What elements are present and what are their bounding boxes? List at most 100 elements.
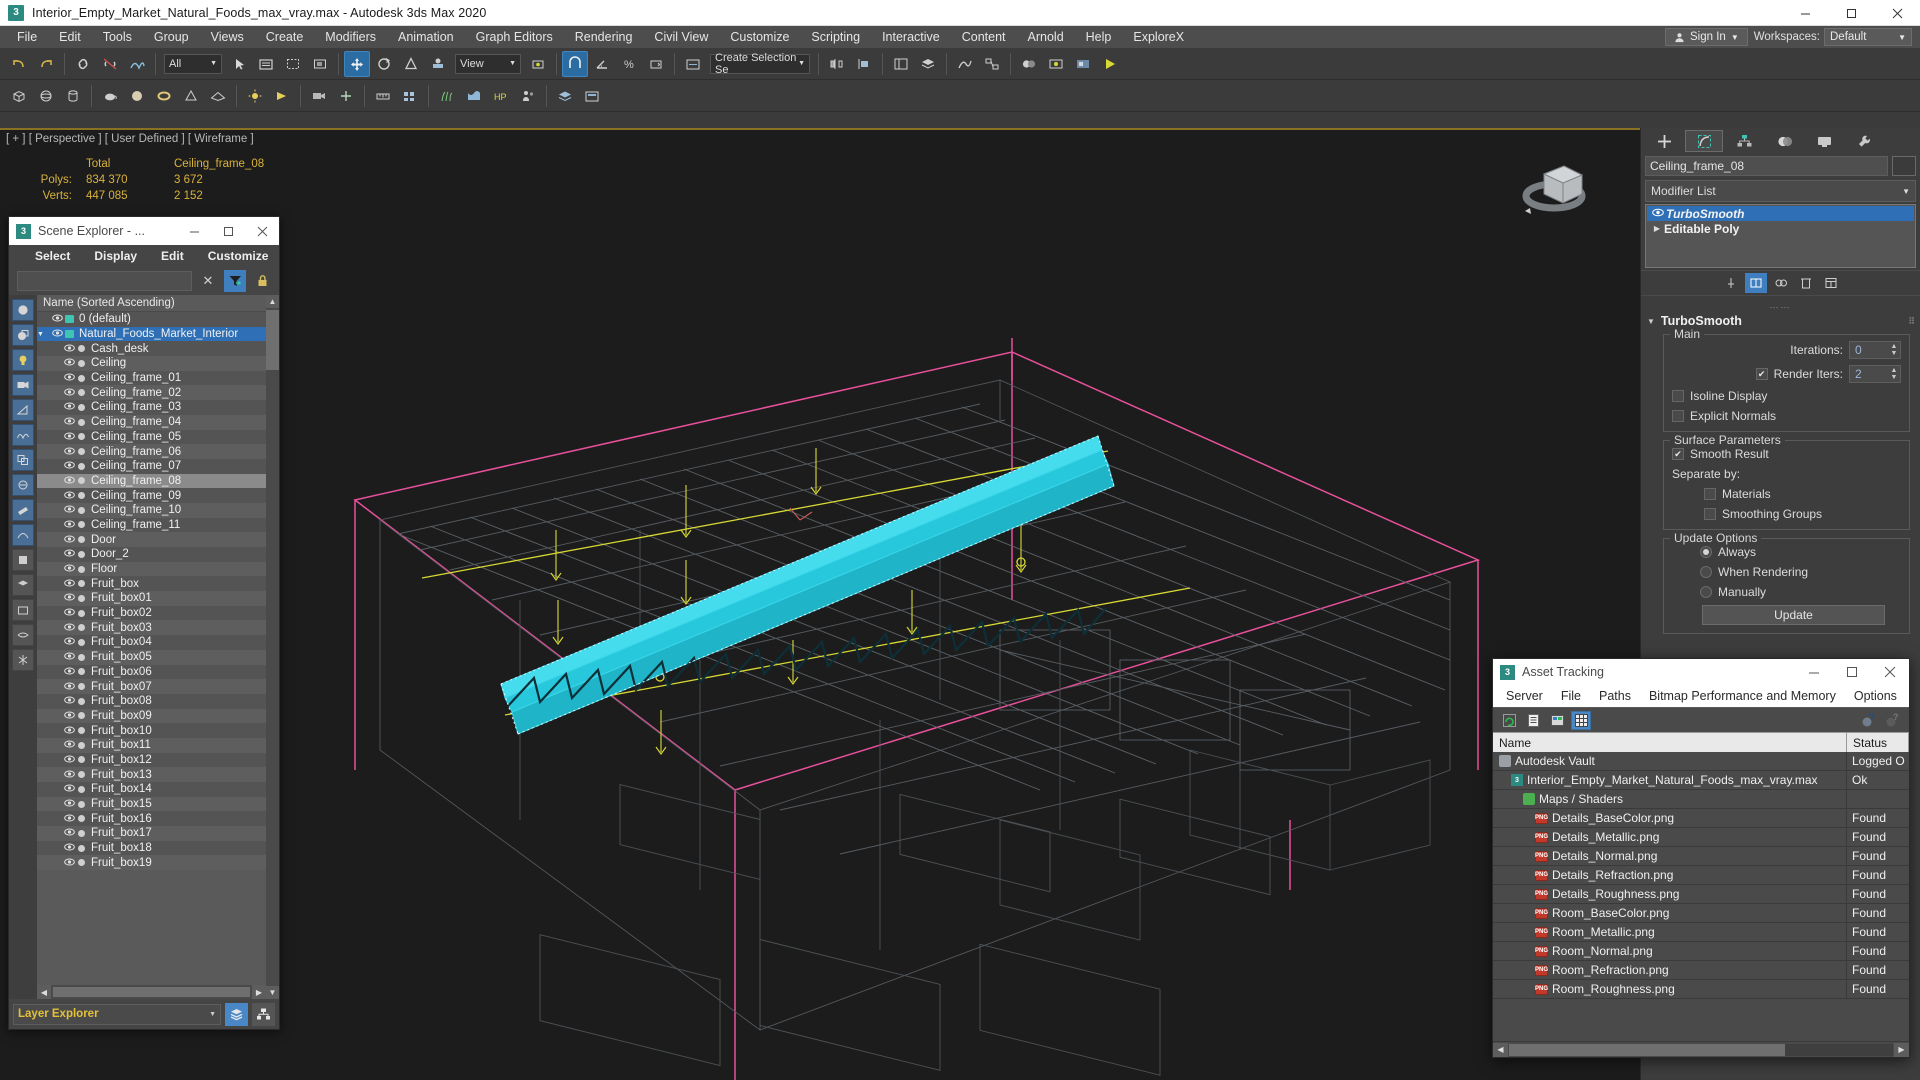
asset-row[interactable]: PNG Room_Normal.png Found (1493, 942, 1909, 961)
helper-icon[interactable] (333, 83, 359, 109)
schematic-view-icon[interactable] (979, 51, 1005, 77)
smoothing-groups-checkbox[interactable] (1704, 508, 1716, 520)
angle-snap-icon[interactable] (589, 51, 615, 77)
filter-cameras-icon[interactable] (12, 374, 34, 396)
sign-in-button[interactable]: Sign In ▼ (1665, 28, 1748, 46)
scene-explorer-row[interactable]: Fruit_box02 (37, 605, 266, 621)
scene-explorer-row[interactable]: Fruit_box07 (37, 679, 266, 694)
redo-icon[interactable] (33, 51, 59, 77)
hscroll-thumb[interactable] (1509, 1043, 1786, 1056)
scene-explorer-row[interactable]: Fruit_box01 (37, 591, 266, 606)
visibility-eye-icon[interactable] (63, 667, 76, 677)
placement-icon[interactable] (425, 51, 451, 77)
visibility-eye-icon[interactable] (63, 520, 76, 530)
menu-graph-editors[interactable]: Graph Editors (465, 26, 564, 48)
scene-explorer-row[interactable]: Fruit_box04 (37, 635, 266, 650)
visibility-eye-icon[interactable] (63, 432, 76, 442)
vscroll-thumb[interactable] (266, 310, 279, 370)
update-button[interactable]: Update (1702, 605, 1885, 625)
tree-column-header[interactable]: Name (Sorted Ascending) (37, 295, 266, 312)
menu-tools[interactable]: Tools (92, 26, 143, 48)
filter-particles-icon[interactable] (12, 549, 34, 571)
omni-light-icon[interactable] (242, 83, 268, 109)
scene-explorer-row[interactable]: Ceiling_frame_01 (37, 370, 266, 386)
scene-explorer-row[interactable]: Ceiling_frame_02 (37, 385, 266, 401)
scene-explorer-row[interactable]: Fruit_box10 (37, 723, 266, 738)
reference-coordinate-select[interactable]: View ▼ (455, 53, 521, 74)
filter-freeze-icon[interactable] (12, 649, 34, 671)
visibility-eye-icon[interactable] (63, 535, 76, 545)
workspace-select[interactable]: Default ▼ (1824, 28, 1912, 46)
scene-explorer-row[interactable]: Fruit_box05 (37, 649, 266, 665)
menu-modifiers[interactable]: Modifiers (314, 26, 387, 48)
layer-view-icon[interactable] (225, 1002, 248, 1026)
menu-file[interactable]: File (6, 26, 48, 48)
scene-explorer-row[interactable]: Ceiling_frame_04 (37, 414, 266, 430)
scene-explorer-row[interactable]: 0 (default) (37, 312, 266, 327)
pin-stack-icon[interactable] (1720, 273, 1742, 293)
visibility-eye-icon[interactable] (63, 814, 76, 824)
measure-icon[interactable] (370, 83, 396, 109)
scene-explorer-row[interactable]: Ceiling_frame_03 (37, 400, 266, 415)
menu-content[interactable]: Content (951, 26, 1017, 48)
scene-explorer-row[interactable]: ▼ Natural_Foods_Market_Interior (37, 326, 266, 342)
grid-view-icon[interactable] (1571, 710, 1591, 730)
layer-manager-icon[interactable] (552, 83, 578, 109)
select-and-rotate-icon[interactable] (371, 51, 397, 77)
scene-explorer-row[interactable]: Fruit_box17 (37, 826, 266, 841)
minimize-icon[interactable] (1795, 659, 1833, 685)
visibility-eye-icon[interactable] (63, 358, 76, 368)
camera-icon[interactable] (306, 83, 332, 109)
scene-explorer-row[interactable]: Fruit_box18 (37, 840, 266, 856)
toggle-scene-explorer-icon[interactable] (888, 51, 914, 77)
cone-icon[interactable] (178, 83, 204, 109)
menu-arnold[interactable]: Arnold (1017, 26, 1075, 48)
undo-icon[interactable] (6, 51, 32, 77)
se-menu-display[interactable]: Display (82, 245, 149, 267)
smooth-result-checkbox[interactable]: ✔ (1672, 448, 1684, 460)
se-menu-edit[interactable]: Edit (149, 245, 196, 267)
filter-shapes-icon[interactable] (12, 524, 34, 546)
make-unique-icon[interactable] (1770, 273, 1792, 293)
visibility-eye-icon[interactable] (63, 344, 76, 354)
close-icon[interactable] (1874, 0, 1920, 26)
visibility-eye-icon[interactable] (63, 858, 76, 868)
isoline-display-row[interactable]: Isoline Display (1672, 389, 1901, 403)
tab-create[interactable] (1645, 130, 1683, 152)
torus-icon[interactable] (151, 83, 177, 109)
menu-interactive[interactable]: Interactive (871, 26, 951, 48)
rectangular-selection-region-icon[interactable] (280, 51, 306, 77)
scene-explorer-row[interactable]: Fruit_box (37, 576, 266, 592)
filter-icon[interactable] (224, 270, 246, 292)
visibility-eye-icon[interactable] (63, 461, 76, 471)
menu-rendering[interactable]: Rendering (564, 26, 644, 48)
menu-explorex[interactable]: ExploreX (1122, 26, 1195, 48)
asset-row[interactable]: Autodesk Vault Logged O (1493, 752, 1909, 771)
hierarchy-view-icon[interactable] (252, 1002, 275, 1026)
scene-explorer-row[interactable]: Fruit_box09 (37, 708, 266, 724)
menu-group[interactable]: Group (143, 26, 200, 48)
column-name[interactable]: Name (1493, 733, 1847, 752)
scene-explorer-row[interactable]: Ceiling_frame_10 (37, 502, 266, 518)
maximize-icon[interactable] (1833, 659, 1871, 685)
scene-explorer-row[interactable]: Ceiling_frame_07 (37, 458, 266, 474)
select-and-scale-icon[interactable] (398, 51, 424, 77)
asset-row[interactable]: PNG Details_Refraction.png Found (1493, 866, 1909, 885)
selection-filter-select[interactable]: All ▼ (164, 53, 222, 74)
scene-explorer-row[interactable]: Fruit_box19 (37, 855, 266, 871)
modifier-stack[interactable]: TurboSmooth ▶ Editable Poly (1645, 204, 1916, 268)
asset-row[interactable]: PNG Details_Normal.png Found (1493, 847, 1909, 866)
scroll-left-icon[interactable]: ◀ (37, 985, 51, 999)
filter-helpers-icon[interactable] (12, 399, 34, 421)
menu-scripting[interactable]: Scripting (800, 26, 871, 48)
edit-named-selection-icon[interactable] (680, 51, 706, 77)
visibility-eye-icon[interactable] (63, 843, 76, 853)
smoothing-groups-row[interactable]: Smoothing Groups (1704, 507, 1901, 521)
explicit-normals-row[interactable]: Explicit Normals (1672, 409, 1901, 423)
visibility-eye-icon[interactable] (63, 682, 76, 692)
menu-edit[interactable]: Edit (48, 26, 92, 48)
filter-space-warps-icon[interactable] (12, 424, 34, 446)
visibility-eye-icon[interactable] (63, 696, 76, 706)
filter-xrefs-icon[interactable] (12, 474, 34, 496)
asset-row[interactable]: 3 Interior_Empty_Market_Natural_Foods_max… (1493, 771, 1909, 790)
